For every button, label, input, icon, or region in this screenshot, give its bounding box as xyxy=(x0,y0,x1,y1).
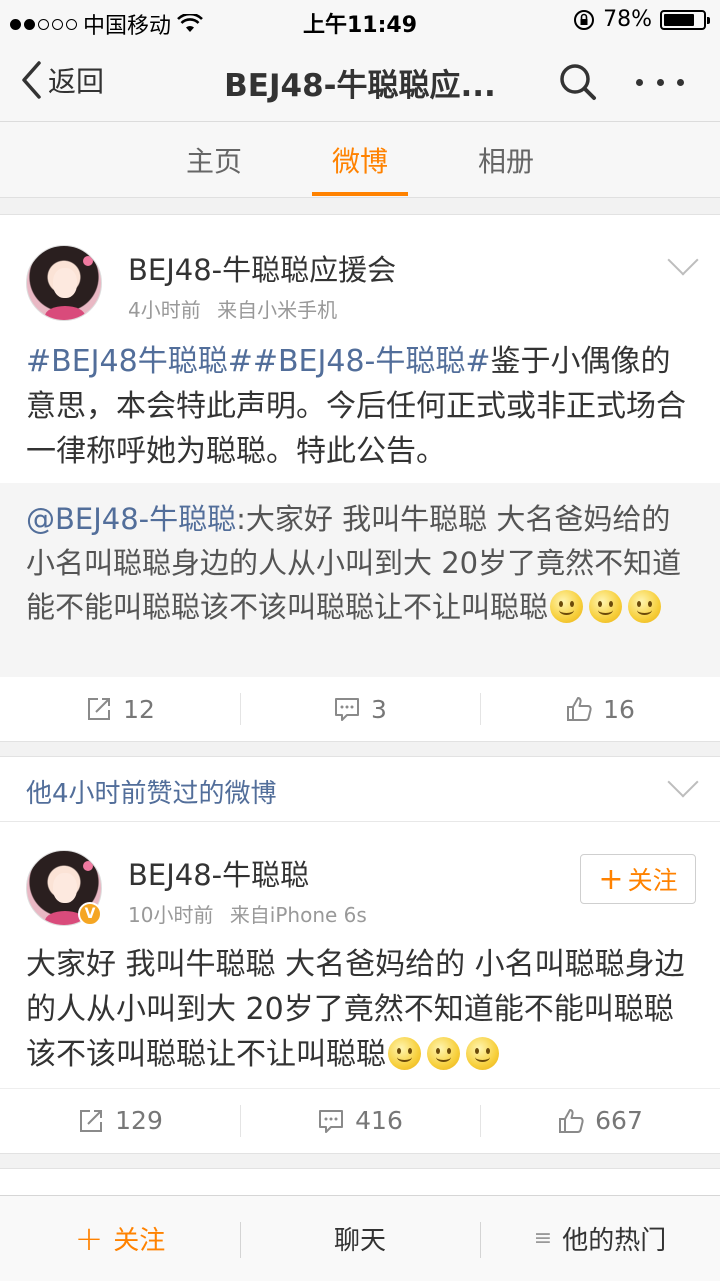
tab-home[interactable]: 主页 xyxy=(186,140,242,180)
post-time: 10小时前 xyxy=(128,903,214,927)
more-dot xyxy=(656,78,664,86)
user-name[interactable]: BEJ48-牛聪聪应援会 xyxy=(128,247,396,289)
follow-toolbar-label: 关注 xyxy=(113,1226,166,1256)
smile-emoji-icon xyxy=(388,1037,421,1070)
page-title: BEJ48-牛聪聪应... xyxy=(224,68,496,104)
comment-icon xyxy=(335,698,360,721)
post-card: V BEJ48-牛聪聪 10小时前 来自iPhone 6s + 关注 大家好 我… xyxy=(0,822,720,1154)
thumbs-up-icon xyxy=(567,697,592,721)
post-time: 4小时前 xyxy=(128,298,201,322)
plus-icon: + xyxy=(74,1218,104,1259)
profile-tabs: 主页 微博 相册 xyxy=(0,122,720,198)
post-text: 大家好 我叫牛聪聪 大名爸妈给的 小名叫聪聪身边的人从小叫到大 20岁了竟然不知… xyxy=(26,947,685,1072)
chevron-down-icon[interactable] xyxy=(667,244,699,276)
mention-link[interactable]: @BEJ48-牛聪聪 xyxy=(26,502,236,536)
post-meta: 4小时前 来自小米手机 xyxy=(128,294,337,323)
post-card: BEJ48-牛聪聪应援会 4小时前 来自小米手机 #BEJ48牛聪聪##BEJ4… xyxy=(0,214,720,742)
like-button[interactable]: 16 xyxy=(480,677,720,741)
chevron-down-icon[interactable] xyxy=(667,766,699,798)
repost-block[interactable]: @BEJ48-牛聪聪:大家好 我叫牛聪聪 大名爸妈给的 小名叫聪聪身边的人从小叫… xyxy=(0,483,720,677)
action-row: 12 3 16 xyxy=(0,677,720,741)
plus-icon: + xyxy=(598,861,624,897)
action-row: 129 416 667 xyxy=(0,1088,720,1152)
smile-emoji-icon xyxy=(628,590,662,623)
comment-button[interactable]: 3 xyxy=(240,677,480,741)
repost-body: @BEJ48-牛聪聪:大家好 我叫牛聪聪 大名爸妈给的 小名叫聪聪身边的人从小叫… xyxy=(26,497,698,629)
post-source: 来自小米手机 xyxy=(217,298,338,322)
thumbs-up-icon xyxy=(559,1108,584,1133)
search-icon xyxy=(560,64,596,100)
navigation-bar: 返回 BEJ48-牛聪聪应... xyxy=(0,40,720,122)
section-title: 他4小时前赞过的微博 xyxy=(26,779,277,809)
comment-count: 416 xyxy=(355,1106,403,1135)
status-bar: 中国移动 上午11:49 78% xyxy=(0,0,720,40)
repost-count: 12 xyxy=(123,694,155,724)
liked-section-header[interactable]: 他4小时前赞过的微博 xyxy=(0,756,720,822)
repost-button[interactable]: 129 xyxy=(0,1089,240,1152)
smile-emoji-icon xyxy=(466,1037,499,1070)
post-meta: 10小时前 来自iPhone 6s xyxy=(128,899,367,928)
post-body: 大家好 我叫牛聪聪 大名爸妈给的 小名叫聪聪身边的人从小叫到大 20岁了竟然不知… xyxy=(26,942,698,1077)
follow-button[interactable]: + 关注 xyxy=(580,854,696,904)
battery-percent: 78% xyxy=(603,7,652,32)
comment-icon xyxy=(319,1109,344,1133)
like-button[interactable]: 667 xyxy=(480,1089,720,1152)
smile-emoji-icon xyxy=(589,590,623,623)
smile-emoji-icon xyxy=(427,1037,460,1070)
hot-posts-label: 他的热门 xyxy=(562,1226,667,1256)
hashtag-link[interactable]: #BEJ48-牛聪聪# xyxy=(253,344,491,379)
follow-toolbar-button[interactable]: + 关注 xyxy=(0,1196,240,1281)
search-button[interactable] xyxy=(556,60,600,104)
more-dot xyxy=(677,78,684,86)
battery-icon xyxy=(660,9,710,30)
like-count: 16 xyxy=(603,694,635,724)
comment-count: 3 xyxy=(371,694,387,724)
tab-album[interactable]: 相册 xyxy=(478,140,534,180)
chat-toolbar-label: 聊天 xyxy=(333,1226,386,1256)
menu-icon: ≡ xyxy=(533,1226,553,1251)
repost-icon xyxy=(88,698,111,720)
avatar[interactable] xyxy=(26,245,102,321)
repost-icon xyxy=(80,1109,103,1132)
post-body: #BEJ48牛聪聪##BEJ48-牛聪聪#鉴于小偶像的意思，本会特此声明。今后任… xyxy=(26,339,698,474)
user-name[interactable]: BEJ48-牛聪聪 xyxy=(128,852,309,894)
hot-posts-toolbar-button[interactable]: ≡ 他的热门 xyxy=(480,1196,720,1281)
follow-label: 关注 xyxy=(627,866,678,895)
orientation-lock-icon xyxy=(574,9,595,30)
back-label: 返回 xyxy=(48,65,105,98)
post-source: 来自iPhone 6s xyxy=(229,903,367,927)
verified-badge-icon: V xyxy=(78,902,102,926)
tab-weibo[interactable]: 微博 xyxy=(332,140,388,180)
chevron-left-icon xyxy=(22,61,41,99)
battery-group: 78% xyxy=(573,7,710,32)
smile-emoji-icon xyxy=(550,590,584,623)
active-tab-indicator xyxy=(312,192,408,196)
chat-toolbar-button[interactable]: 聊天 xyxy=(240,1196,480,1281)
comment-button[interactable]: 416 xyxy=(240,1089,480,1152)
repost-count: 129 xyxy=(115,1106,163,1135)
more-dot xyxy=(636,78,643,86)
repost-button[interactable]: 12 xyxy=(0,677,240,741)
more-button[interactable] xyxy=(632,60,688,104)
like-count: 667 xyxy=(595,1106,643,1135)
bottom-toolbar: + 关注 聊天 ≡ 他的热门 xyxy=(0,1195,720,1281)
hashtag-link[interactable]: #BEJ48牛聪聪# xyxy=(26,344,253,379)
back-button[interactable]: 返回 xyxy=(20,60,104,100)
